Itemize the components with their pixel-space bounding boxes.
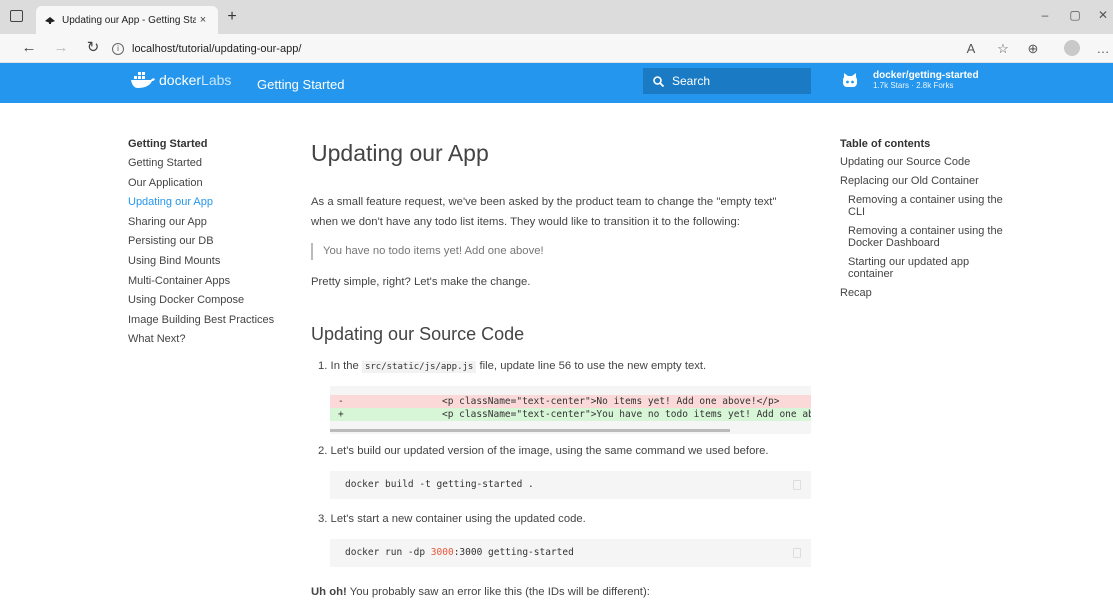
repo-stats: 1.7k Stars · 2.8k Forks — [873, 81, 954, 90]
forward-arrow-icon[interactable]: → — [52, 40, 70, 56]
close-window-button[interactable]: ✕ — [1093, 8, 1113, 22]
nav-item-using-bind-mounts[interactable]: Using Bind Mounts — [128, 255, 278, 275]
minimize-button[interactable]: – — [1035, 8, 1055, 22]
toc-item-remove-cli[interactable]: Removing a container using the CLI — [840, 194, 1015, 218]
left-nav: Getting Started Getting Started Our Appl… — [128, 138, 278, 353]
diff-removed-code: <p className="text-center">No items yet!… — [442, 396, 780, 407]
github-icon — [843, 72, 857, 87]
step-3: 3. Let's start a new container using the… — [318, 513, 586, 525]
tab-close-icon[interactable]: × — [196, 14, 210, 26]
copy-icon[interactable] — [793, 548, 801, 558]
run-command-block[interactable]: docker run -dp 3000:3000 getting-started — [330, 539, 811, 567]
page-title: Updating our App — [311, 140, 489, 166]
more-options-icon[interactable]: … — [1094, 41, 1112, 56]
copy-icon[interactable] — [793, 480, 801, 490]
browser-tab-bar: Updating our App - Getting Star × + – ▢ … — [0, 0, 1113, 34]
nav-item-using-docker-compose[interactable]: Using Docker Compose — [128, 294, 278, 314]
favorites-icon[interactable]: ☆ — [994, 41, 1012, 57]
maximize-button[interactable]: ▢ — [1065, 8, 1085, 22]
intro-line-2: when we don't have any todo list items. … — [311, 216, 740, 228]
diff-code-block[interactable]: - <p className="text-center">No items yet… — [330, 386, 811, 434]
diff-added-line: + <p className="text-center">You have no … — [330, 408, 811, 421]
site-header: docker Labs Getting Started Search docker… — [0, 63, 1113, 103]
diff-added-code: <p className="text-center">You have no t… — [442, 409, 811, 420]
step-1-prefix: 1. In the — [318, 360, 359, 372]
header-getting-started-link[interactable]: Getting Started — [257, 77, 344, 92]
step-1-suffix: file, update line 56 to use the new empt… — [479, 360, 707, 372]
github-repo-link[interactable]: docker/getting-started 1.7k Stars · 2.8k… — [841, 70, 979, 91]
nav-item-image-building-best-practices[interactable]: Image Building Best Practices — [128, 314, 278, 334]
uh-oh-rest: You probably saw an error like this (the… — [346, 586, 650, 598]
build-command: docker build -t getting-started . — [345, 479, 534, 490]
tab-title: Updating our App - Getting Star — [62, 14, 196, 26]
toc-item-start-updated-container[interactable]: Starting our updated app container — [840, 256, 1015, 280]
simple-text: Pretty simple, right? Let's make the cha… — [311, 276, 531, 288]
step-1-file-code: src/static/js/app.js — [361, 361, 477, 373]
table-of-contents: Table of contents Updating our Source Co… — [840, 138, 1015, 306]
site-info-icon[interactable]: i — [112, 42, 124, 55]
new-tab-button[interactable]: + — [222, 8, 242, 26]
uh-oh-text: Uh oh! You probably saw an error like th… — [311, 583, 650, 602]
collections-icon[interactable]: ⊕ — [1024, 41, 1042, 57]
toc-item-updating-source-code[interactable]: Updating our Source Code — [840, 156, 1015, 168]
tab-favicon-icon — [44, 14, 56, 26]
logo-labs-text: Labs — [201, 72, 232, 88]
step-2: 2. Let's build our updated version of th… — [318, 445, 769, 457]
nav-item-what-next[interactable]: What Next? — [128, 333, 278, 353]
toc-item-remove-dashboard[interactable]: Removing a container using the Docker Da… — [840, 225, 1015, 249]
search-icon — [653, 75, 664, 87]
uh-oh-bold: Uh oh! — [311, 586, 347, 598]
profile-avatar[interactable] — [1064, 40, 1080, 56]
run-command-suffix: :3000 getting-started — [453, 547, 574, 558]
build-command-block[interactable]: docker build -t getting-started . — [330, 471, 811, 499]
browser-tab[interactable]: Updating our App - Getting Star × — [36, 6, 218, 34]
toc-heading: Table of contents — [840, 138, 931, 150]
intro-line-1: As a small feature request, we've been a… — [311, 196, 777, 208]
read-aloud-icon[interactable]: A — [962, 41, 980, 56]
url-text: localhost/tutorial/updating-our-app/ — [132, 42, 302, 55]
diff-removed-sign: - — [338, 396, 344, 407]
section-title[interactable]: Updating our Source Code — [311, 324, 524, 345]
tab-actions-icon[interactable] — [10, 10, 23, 22]
left-nav-heading: Getting Started — [128, 138, 208, 150]
step-1: 1. In the src/static/js/app.js file, upd… — [318, 360, 707, 373]
nav-item-our-application[interactable]: Our Application — [128, 177, 278, 197]
diff-removed-line: - <p className="text-center">No items yet… — [330, 395, 811, 408]
quote-block: You have no todo items yet! Add one abov… — [311, 243, 544, 260]
logo-text: docker — [159, 72, 202, 88]
nav-item-sharing-our-app[interactable]: Sharing our App — [128, 216, 278, 236]
toc-item-recap[interactable]: Recap — [840, 287, 1015, 299]
nav-item-updating-our-app[interactable]: Updating our App — [128, 196, 278, 216]
docker-labs-logo[interactable]: docker Labs — [130, 71, 231, 89]
nav-item-multi-container-apps[interactable]: Multi-Container Apps — [128, 275, 278, 295]
address-bar: ← → ↻ i localhost/tutorial/updating-our-… — [0, 34, 1113, 63]
url-field[interactable]: i localhost/tutorial/updating-our-app/ — [112, 38, 301, 59]
refresh-icon[interactable]: ↻ — [84, 40, 102, 56]
run-command-prefix: docker run -dp — [345, 547, 431, 558]
toc-item-replacing-old-container[interactable]: Replacing our Old Container — [840, 175, 1015, 187]
search-placeholder: Search — [672, 74, 711, 88]
run-command-port: 3000 — [430, 547, 454, 558]
back-arrow-icon[interactable]: ← — [20, 40, 38, 56]
repo-name: docker/getting-started — [873, 70, 979, 81]
diff-added-sign: + — [338, 409, 344, 420]
docker-whale-icon — [131, 72, 155, 88]
nav-item-persisting-our-db[interactable]: Persisting our DB — [128, 235, 278, 255]
nav-item-getting-started[interactable]: Getting Started — [128, 157, 278, 177]
search-input[interactable]: Search — [643, 68, 811, 94]
horizontal-scrollbar[interactable] — [330, 429, 730, 432]
